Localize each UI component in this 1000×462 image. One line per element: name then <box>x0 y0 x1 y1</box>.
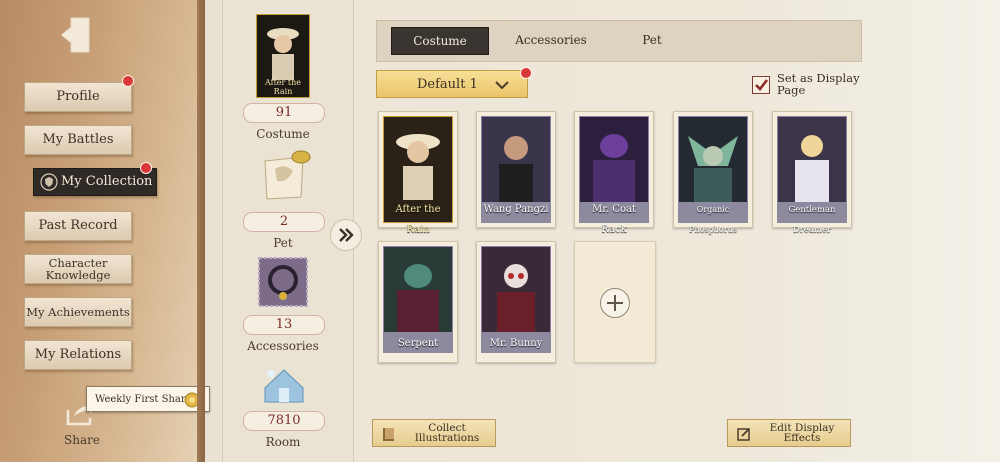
add-costume-slot[interactable] <box>574 241 656 363</box>
tooltip-text: Weekly First Share <box>95 393 192 405</box>
weekly-share-tooltip: Weekly First Share <box>86 386 210 412</box>
tab-pet[interactable]: Pet <box>617 27 687 53</box>
sidebar-item-my-battles[interactable]: My Battles <box>24 125 132 155</box>
room-count: 7810 <box>243 411 325 431</box>
edit-icon <box>737 428 750 441</box>
tab-accessories[interactable]: Accessories <box>501 27 601 53</box>
costume-card-name: Serpent <box>397 338 439 349</box>
notification-badge <box>520 67 532 79</box>
sidebar-item-label: My Collection <box>61 174 153 189</box>
collection-tabs: Costume Accessories Pet <box>376 20 862 62</box>
edit-display-effects-label: Edit Display Effects <box>769 422 835 444</box>
share-label[interactable]: Share <box>60 433 104 447</box>
costume-count: 91 <box>243 103 325 123</box>
pet-icon[interactable] <box>257 147 313 205</box>
sidebar-item-my-achievements[interactable]: My Achievements <box>24 297 132 327</box>
sidebar-item-label: Profile <box>56 89 100 104</box>
collect-illustrations-label: Collect Illustrations <box>414 422 480 444</box>
costume-card[interactable]: Mr. Bunny <box>476 241 556 363</box>
sidebar-item-my-relations[interactable]: My Relations <box>24 340 132 370</box>
costume-card[interactable]: Gentleman Dreamer <box>772 111 852 235</box>
pet-count: 2 <box>243 212 325 232</box>
sidebar-item-past-record[interactable]: Past Record <box>24 211 132 241</box>
costume-card[interactable]: After the Rain <box>378 111 458 235</box>
sidebar-item-label: My Relations <box>34 347 122 362</box>
reward-icon <box>184 392 200 408</box>
notification-badge <box>122 75 134 87</box>
expand-arrow-button[interactable] <box>330 219 362 251</box>
accessories-label: Accessories <box>247 339 319 353</box>
book-icon <box>383 428 394 441</box>
tab-costume[interactable]: Costume <box>391 27 489 55</box>
costume-card-name: Wang Pangzi <box>483 204 549 215</box>
sidebar-item-my-collection[interactable]: My Collection <box>33 168 157 196</box>
room-icon[interactable] <box>259 362 309 406</box>
sidebar-item-label: My Achievements <box>26 305 130 319</box>
costume-card-name: Mr. Bunny <box>489 338 543 349</box>
costume-card[interactable]: Mr. Coat Rack <box>574 111 654 235</box>
featured-card-label: After the Rain <box>264 78 301 96</box>
collect-illustrations-button[interactable]: Collect Illustrations <box>372 419 496 447</box>
sidebar-item-profile[interactable]: Profile <box>24 82 132 112</box>
notification-badge <box>140 162 152 174</box>
costume-card-name: Gentleman Dreamer <box>788 205 836 235</box>
accessories-count: 13 <box>243 315 325 335</box>
plus-icon <box>600 288 630 318</box>
sidebar-item-label: Past Record <box>38 218 118 233</box>
dropdown-selected: Default 1 <box>417 76 478 92</box>
chevron-down-icon <box>495 81 509 89</box>
costume-label: Costume <box>256 127 310 141</box>
set-display-page-label: Set as Display Page <box>777 71 860 97</box>
room-label: Room <box>265 435 301 449</box>
shield-icon <box>40 173 58 191</box>
double-chevron-right-icon <box>339 228 354 242</box>
costume-card-name: Mr. Coat Rack <box>592 204 636 235</box>
display-page-dropdown[interactable]: Default 1 <box>376 70 528 98</box>
exit-icon[interactable] <box>57 14 99 56</box>
costume-card[interactable]: Wang Pangzi <box>476 111 556 228</box>
set-display-page-checkbox[interactable] <box>752 76 770 94</box>
edit-display-effects-button[interactable]: Edit Display Effects <box>727 419 851 447</box>
costume-card[interactable]: Serpent <box>378 241 458 363</box>
sidebar-item-label: My Battles <box>42 132 114 147</box>
pet-label: Pet <box>273 236 293 250</box>
accessories-icon[interactable] <box>257 256 309 308</box>
sidebar-item-character-knowledge[interactable]: Character Knowledge <box>24 254 132 284</box>
checkmark-icon <box>755 79 769 91</box>
costume-card-name: After the Rain <box>395 204 441 235</box>
costume-card-name: Organic Phosphorus <box>689 205 737 234</box>
costume-card[interactable]: Organic Phosphorus <box>673 111 753 234</box>
sidebar: Profile My Battles My Collection Past Re… <box>0 0 210 462</box>
sidebar-item-label: Character Knowledge <box>45 256 111 282</box>
featured-costume-card[interactable]: After the Rain <box>255 13 311 99</box>
